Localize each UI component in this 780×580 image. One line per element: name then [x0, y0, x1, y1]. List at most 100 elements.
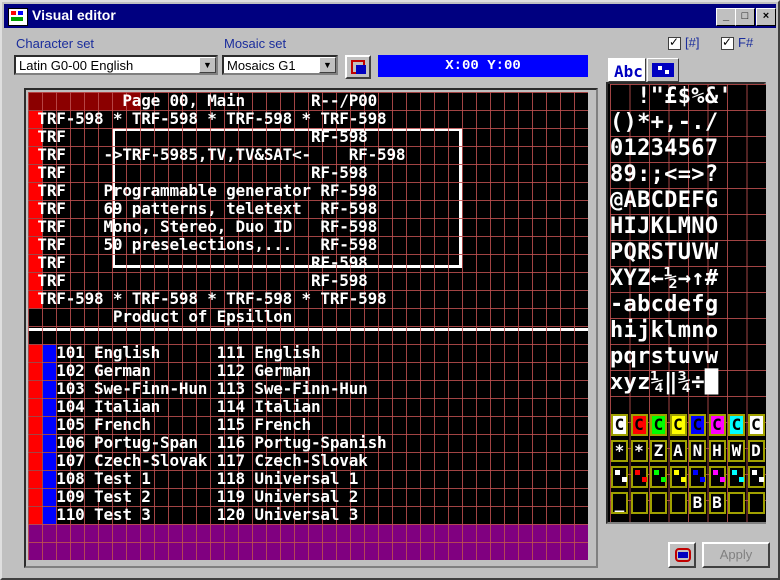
teletext-row: TRF 69 patterns, teletext RF-598 [28, 199, 378, 218]
mosaic-set-dropdown[interactable]: Mosaics G1 ▼ [222, 55, 338, 75]
charset-row[interactable]: -abcdefg [610, 292, 766, 318]
chevron-down-icon[interactable]: ▼ [199, 57, 216, 73]
control-code-cell[interactable]: C [611, 414, 628, 436]
swap-charset-button[interactable] [345, 55, 371, 79]
control-code-cell[interactable] [728, 492, 745, 514]
f-hash-checkbox-label: F# [738, 35, 754, 50]
teletext-row: 110 Test 3 120 Universal 3 [28, 505, 359, 524]
control-code-cell[interactable]: C [650, 414, 667, 436]
tab-charset-label: Abc [614, 62, 643, 81]
charset-row[interactable]: 89:;<=>? [610, 162, 766, 188]
charset-row[interactable]: 01234567 [610, 136, 766, 162]
teletext-row: Page 00, Main R--/P00 [28, 92, 378, 110]
teletext-row: 101 English 111 English [28, 343, 321, 362]
charset-row[interactable]: xyz¼‖¾÷█ [610, 370, 766, 396]
character-palette[interactable]: !"£$%&' ()*+,-./01234567 89:;<=>? @ABCDEFG H… [610, 84, 766, 522]
mosaic-glyph [712, 470, 718, 475]
mosaic-color-cell[interactable] [747, 466, 765, 488]
control-code-cell[interactable]: C [689, 414, 706, 436]
teletext-row: TRF RF-598 [28, 253, 368, 272]
control-code-cell[interactable]: * [611, 440, 628, 462]
mosaic-color-cell[interactable] [630, 466, 648, 488]
mosaic-glyph [751, 470, 757, 475]
checkbox-icon [721, 35, 734, 51]
chevron-down-icon[interactable]: ▼ [319, 57, 336, 73]
teletext-row: 103 Swe-Finn-Hun 113 Swe-Finn-Hun [28, 379, 368, 398]
teletext-row: 105 French 115 French [28, 415, 311, 434]
control-code-cell[interactable] [669, 492, 687, 514]
charset-row[interactable]: PQRSTUVW [610, 240, 766, 266]
teletext-row: TRF Mono, Stereo, Duo ID RF-598 [28, 217, 378, 236]
control-code-cell[interactable]: C [728, 414, 745, 436]
tab-mosaic[interactable] [647, 58, 679, 82]
teletext-row: TRF 50 preselections,... RF-598 [28, 235, 378, 254]
mosaic-glyph [673, 470, 679, 475]
character-set-label: Character set [16, 36, 95, 51]
checkbox-icon [668, 35, 681, 51]
teletext-row: TRF Programmable generator RF-598 [28, 181, 378, 200]
control-code-cell[interactable]: C [747, 414, 765, 436]
window-title: Visual editor [32, 7, 116, 23]
control-code-cell[interactable] [650, 492, 667, 514]
control-code-cell[interactable]: A [669, 440, 687, 462]
control-code-cell[interactable]: H [708, 440, 726, 462]
teletext-editor[interactable]: Page 00, Main R--/P00 TRF-598 * TRF-598 … [28, 92, 588, 560]
title-bar: Visual editor _ □ × [4, 4, 776, 28]
teletext-row: 107 Czech-Slovak 117 Czech-Slovak [28, 451, 368, 470]
undo-icon-inner [678, 552, 688, 558]
f-hash-checkbox[interactable]: F# [721, 35, 754, 51]
charset-row[interactable]: !"£$%&' [610, 84, 766, 110]
control-code-cell[interactable]: Z [650, 440, 667, 462]
teletext-row: 109 Test 2 119 Universal 2 [28, 487, 359, 506]
control-code-cell[interactable]: * [630, 440, 648, 462]
control-code-cell[interactable]: C [669, 414, 687, 436]
control-code-cell[interactable]: B [689, 492, 706, 514]
teletext-row: 108 Test 1 118 Universal 1 [28, 469, 359, 488]
close-button[interactable]: × [756, 8, 776, 26]
mosaic-color-cell[interactable] [669, 466, 687, 488]
grid-checkbox-label: [#] [685, 35, 700, 50]
control-code-cell[interactable]: C [630, 414, 648, 436]
control-code-cell[interactable] [747, 492, 765, 514]
charset-row[interactable]: @ABCDEFG [610, 188, 766, 214]
maximize-button[interactable]: □ [735, 8, 755, 26]
charset-row[interactable]: XYZ←½→↑# [610, 266, 766, 292]
teletext-row: Product of Epsillon [28, 307, 293, 326]
mosaic-icon-gap [658, 66, 662, 70]
charset-row[interactable]: HIJKLMNO [610, 214, 766, 240]
control-code-cell[interactable]: W [728, 440, 745, 462]
mosaic-color-cell[interactable] [708, 466, 726, 488]
character-set-dropdown[interactable]: Latin G0-00 English ▼ [14, 55, 218, 75]
teletext-row: TRF ->TRF-5985,TV,TV&SAT<- RF-598 [28, 145, 406, 164]
visual-editor-window: Visual editor _ □ × Character set Latin … [0, 0, 780, 580]
mosaic-set-value: Mosaics G1 [227, 58, 296, 73]
coordinate-display: X:00 Y:00 [378, 55, 588, 77]
control-code-cell[interactable]: C [708, 414, 726, 436]
mosaic-color-cell[interactable] [650, 466, 667, 488]
charset-row[interactable]: ()*+,-./ [610, 110, 766, 136]
control-code-cell[interactable]: _ [611, 492, 628, 514]
teletext-row: 102 German 112 German [28, 361, 311, 380]
mosaic-color-cell[interactable] [611, 466, 628, 488]
apply-button[interactable]: Apply [702, 542, 770, 568]
tab-charset[interactable]: Abc [608, 58, 646, 82]
teletext-row: 104 Italian 114 Italian [28, 397, 321, 416]
mosaic-color-cell[interactable] [728, 466, 745, 488]
grid-checkbox[interactable]: [#] [668, 35, 700, 51]
teletext-row: 106 Portug-Span 116 Portug-Spanish [28, 433, 387, 452]
app-icon [8, 8, 28, 26]
mosaic-color-cell[interactable] [689, 466, 706, 488]
charset-row[interactable]: hijklmno [610, 318, 766, 344]
mosaic-glyph [634, 470, 640, 475]
control-code-cell[interactable]: D [747, 440, 765, 462]
control-code-cell[interactable]: B [708, 492, 726, 514]
swap-icon-inner [356, 65, 366, 74]
control-code-cell[interactable]: N [689, 440, 706, 462]
control-code-cell[interactable] [630, 492, 648, 514]
teletext-row: TRF RF-598 [28, 127, 368, 146]
mosaic-set-label: Mosaic set [224, 36, 287, 51]
undo-button[interactable] [668, 542, 696, 568]
minimize-button[interactable]: _ [716, 8, 736, 26]
charset-row[interactable]: pqrstuvw [610, 344, 766, 370]
mosaic-glyph [615, 470, 620, 475]
